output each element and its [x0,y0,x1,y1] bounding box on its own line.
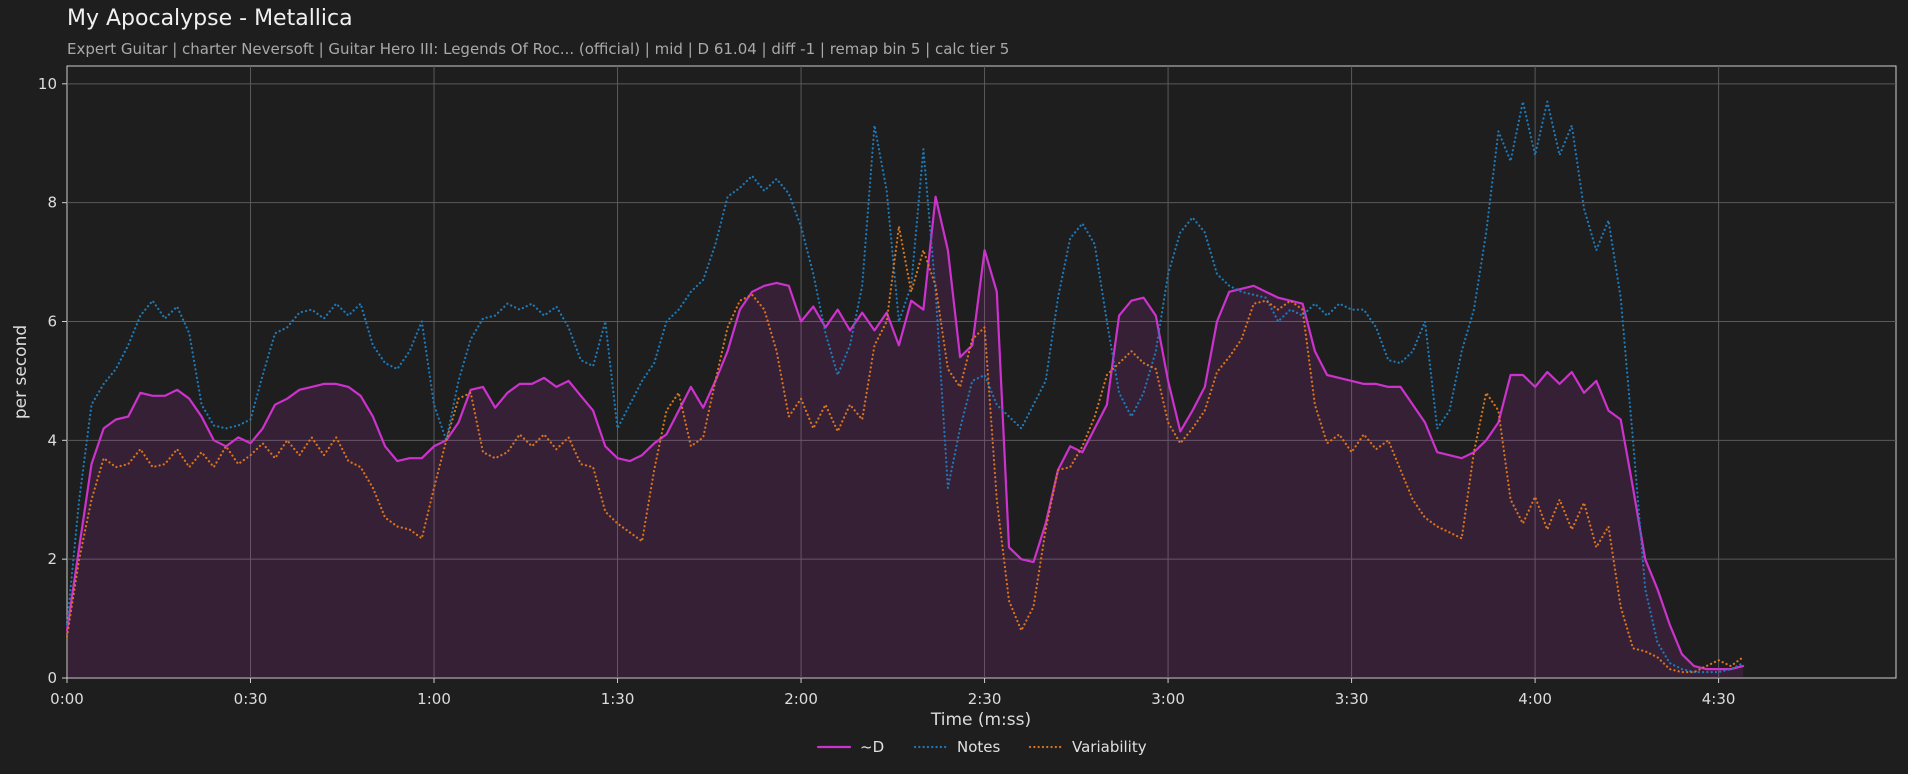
x-tick-label: 0:00 [50,690,84,708]
x-tick-label: 2:00 [784,690,818,708]
legend-label-d: ~D [860,738,884,756]
y-tick-label: 6 [47,312,57,330]
legend-label-notes: Notes [957,738,1001,756]
y-tick-label: 0 [47,669,57,687]
x-axis-label: Time (m:ss) [930,710,1031,730]
y-tick-label: 8 [47,194,57,212]
chart-svg: 0:00 0:30 1:00 1:30 2:00 2:30 3:00 3:30 4:00 4:30… [11,65,1897,756]
x-tick-label: 1:00 [417,690,451,708]
x-tick-label: 4:30 [1702,690,1736,708]
y-tick-label: 10 [38,75,57,93]
x-tick-label: 3:00 [1151,690,1185,708]
y-tick-label: 2 [47,550,57,568]
x-tick-label: 1:30 [601,690,635,708]
y-tick-label: 4 [47,431,57,449]
x-tick-label: 2:30 [968,690,1002,708]
x-tick-label: 4:00 [1518,690,1552,708]
x-tick-label: 3:30 [1335,690,1369,708]
legend-label-variability: Variability [1072,738,1147,756]
y-axis-label: per second [11,325,31,419]
x-tick-label: 0:30 [234,690,268,708]
legend: ~D Notes Variability [816,738,1147,756]
